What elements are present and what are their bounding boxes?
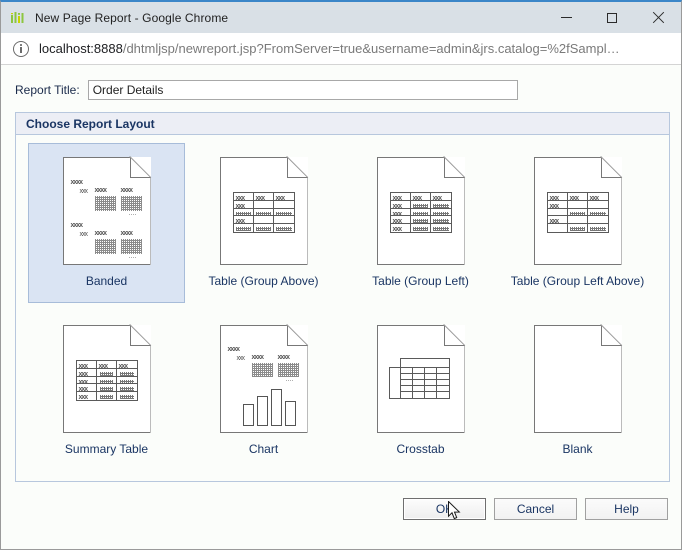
layout-option-label: Table (Group Left Above)	[511, 274, 644, 288]
crosstab-thumbnail	[377, 325, 465, 433]
table-group-left-thumbnail: xxx xxx xxx xxx xxx xxx	[377, 157, 465, 265]
layout-option-label: Blank	[562, 442, 592, 456]
layout-option-summary-table[interactable]: xxx xxx xxx xxx xxx xxx	[28, 311, 185, 471]
close-icon	[652, 12, 664, 24]
panel-body: xxxx xxx xxxx xxxx .... xxxx xxx xxxx	[16, 135, 669, 479]
blank-thumbnail	[534, 325, 622, 433]
layout-option-label: Crosstab	[396, 442, 444, 456]
url-text: localhost:8888/dhtmljsp/newreport.jsp?Fr…	[39, 41, 620, 56]
banded-thumbnail: xxxx xxx xxxx xxxx .... xxxx xxx xxxx	[63, 157, 151, 265]
panel-header-label: Choose Report Layout	[16, 113, 669, 135]
close-button[interactable]	[635, 2, 681, 33]
summary-table-thumbnail: xxx xxx xxx xxx xxx xxx	[63, 325, 151, 433]
ok-button[interactable]: OK	[403, 498, 486, 520]
layout-option-table-group-above[interactable]: xxx xxx xxx xxx xxx	[185, 143, 342, 303]
layout-option-label: Table (Group Above)	[208, 274, 318, 288]
report-title-input[interactable]	[88, 80, 518, 100]
layout-option-table-group-left[interactable]: xxx xxx xxx xxx xxx xxx	[342, 143, 499, 303]
layout-option-table-group-left-above[interactable]: xxx xxx xxx xxx xxx	[499, 143, 656, 303]
address-bar[interactable]: localhost:8888/dhtmljsp/newreport.jsp?Fr…	[1, 33, 681, 65]
minimize-icon	[561, 17, 572, 18]
chrome-window: New Page Report - Google Chrome localhos…	[0, 0, 682, 550]
url-path: /dhtmljsp/newreport.jsp?FromServer=true&…	[123, 41, 620, 56]
jasperreports-bars-icon	[10, 10, 26, 26]
help-button[interactable]: Help	[585, 498, 668, 520]
choose-report-layout-panel: Choose Report Layout xxxx xxx xxxx xxxx	[15, 112, 670, 482]
table-group-above-thumbnail: xxx xxx xxx xxx xxx	[220, 157, 308, 265]
cancel-button[interactable]: Cancel	[494, 498, 577, 520]
chart-thumbnail: xxxx xxx xxxx xxxx ....	[220, 325, 308, 433]
layout-option-label: Banded	[86, 274, 127, 288]
maximize-icon	[607, 13, 617, 23]
minimize-button[interactable]	[543, 2, 589, 33]
report-title-row: Report Title:	[1, 65, 681, 102]
site-info-icon[interactable]	[13, 41, 29, 57]
window-title: New Page Report - Google Chrome	[35, 11, 228, 25]
dialog-button-row: OK Cancel Help	[1, 492, 681, 526]
layout-option-label: Summary Table	[65, 442, 148, 456]
title-bar: New Page Report - Google Chrome	[1, 2, 681, 33]
report-title-label: Report Title:	[15, 83, 80, 97]
url-host: localhost:8888	[39, 41, 123, 56]
window-controls	[543, 2, 681, 33]
layout-options-grid: xxxx xxx xxxx xxxx .... xxxx xxx xxxx	[16, 135, 669, 479]
layout-option-label: Chart	[249, 442, 278, 456]
layout-option-banded[interactable]: xxxx xxx xxxx xxxx .... xxxx xxx xxxx	[28, 143, 185, 303]
layout-option-label: Table (Group Left)	[372, 274, 469, 288]
table-group-left-above-thumbnail: xxx xxx xxx xxx xxx	[534, 157, 622, 265]
layout-option-crosstab[interactable]: Crosstab	[342, 311, 499, 471]
layout-option-chart[interactable]: xxxx xxx xxxx xxxx ....	[185, 311, 342, 471]
maximize-button[interactable]	[589, 2, 635, 33]
page-content: Report Title: Choose Report Layout xxxx …	[1, 65, 681, 549]
layout-option-blank[interactable]: Blank	[499, 311, 656, 471]
